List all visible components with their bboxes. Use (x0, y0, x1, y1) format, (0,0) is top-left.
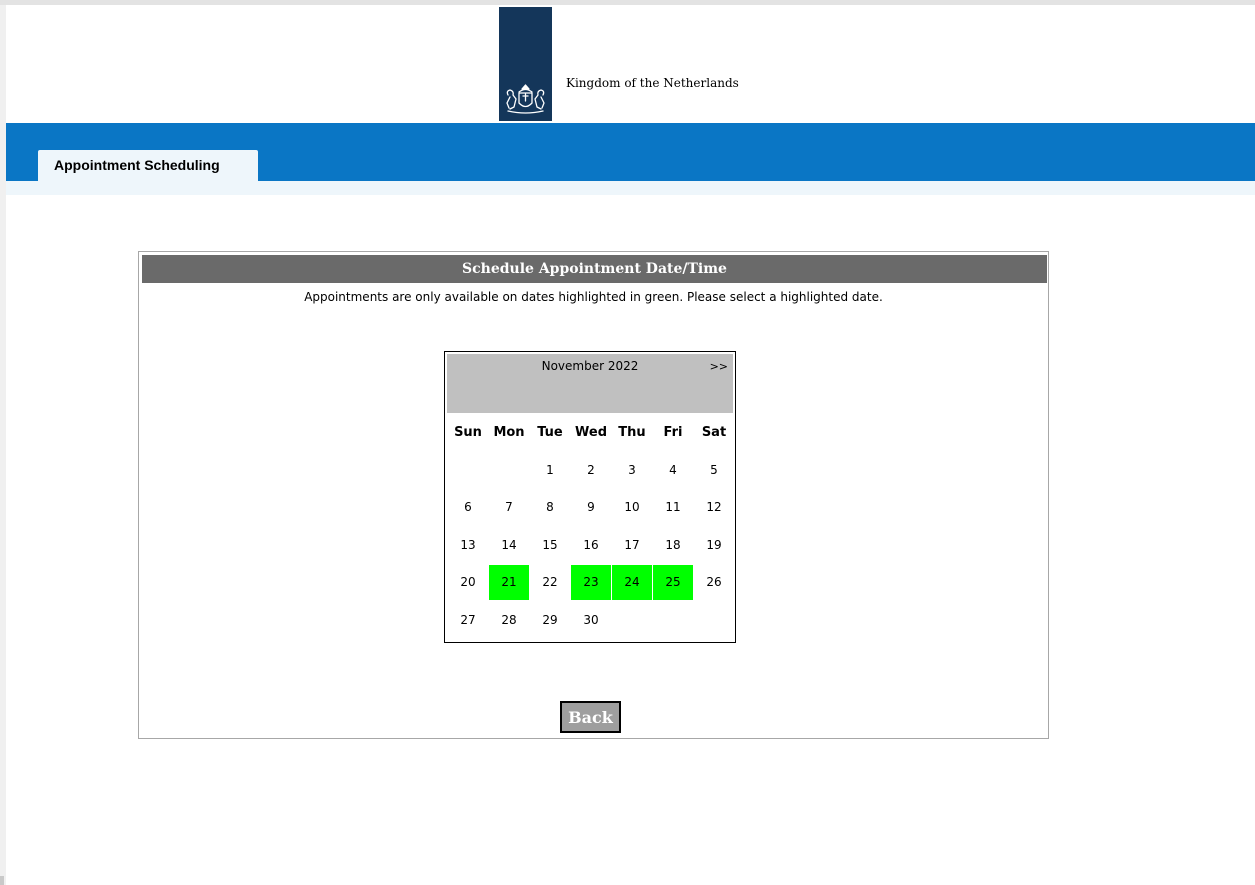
day-cell: 13 (460, 537, 476, 552)
calendar-week-row: 20 21 22 23 24 25 26 (447, 563, 733, 601)
weekday-label: Tue (537, 425, 563, 440)
calendar-week-row: 1 2 3 4 5 (447, 451, 733, 489)
weekday-label: Sat (701, 425, 727, 440)
day-cell: 29 (542, 612, 558, 627)
day-cell: 20 (460, 575, 476, 589)
day-cell: 1 (546, 462, 554, 477)
calendar-header: November 2022 >> (447, 354, 733, 413)
brand-logo-block (499, 7, 552, 121)
weekday-label: Thu (618, 425, 646, 440)
day-cell: 8 (546, 500, 554, 514)
weekday-label: Sun (454, 425, 482, 440)
panel-title: Schedule Appointment Date/Time (142, 255, 1047, 283)
calendar-month-label: November 2022 (541, 359, 639, 373)
day-cell: 30 (583, 612, 599, 627)
day-cell: 16 (583, 537, 599, 552)
scroll-corner-mark (0, 876, 4, 885)
day-cell: 18 (665, 537, 681, 552)
day-cell: 12 (706, 500, 722, 514)
site-header: Kingdom of the Netherlands (6, 5, 1255, 123)
site-name: Kingdom of the Netherlands (566, 76, 739, 90)
available-day-cell[interactable]: 24 (612, 565, 652, 600)
day-cell: 11 (665, 500, 681, 514)
day-cell: 4 (669, 462, 677, 477)
day-cell: 26 (706, 575, 722, 589)
calendar-grid: Sun Mon Tue Wed Thu Fri Sat 1 2 3 4 5 6 7 8 9 10 11 12 13 14… (447, 413, 733, 638)
day-cell: 3 (628, 462, 636, 477)
weekday-label: Fri (663, 425, 683, 440)
day-cell: 14 (501, 537, 517, 552)
calendar: November 2022 >> Sun Mon Tue Wed Thu Fri Sat 1 2… (444, 351, 736, 643)
day-cell: 28 (501, 612, 517, 627)
day-cell: 5 (710, 462, 718, 477)
royal-coat-of-arms-icon (506, 84, 545, 114)
next-month-button[interactable]: >> (710, 360, 728, 373)
available-day-cell[interactable]: 25 (653, 565, 693, 600)
calendar-week-row: 13 14 15 16 17 18 19 (447, 526, 733, 564)
availability-note: Appointments are only available on dates… (304, 290, 883, 304)
schedule-panel: Schedule Appointment Date/Time Appointme… (138, 251, 1049, 739)
day-cell: 10 (624, 500, 640, 514)
day-cell: 22 (542, 575, 558, 589)
weekday-label: Wed (575, 425, 607, 440)
day-cell: 7 (505, 500, 513, 514)
day-cell: 17 (624, 537, 640, 552)
calendar-week-row: 27 28 29 30 (447, 601, 733, 639)
tab-appointment-scheduling[interactable]: Appointment Scheduling (38, 150, 258, 181)
weekday-header-row: Sun Mon Tue Wed Thu Fri Sat (447, 413, 733, 451)
calendar-week-row: 6 7 8 9 10 11 12 (447, 488, 733, 526)
day-cell: 6 (464, 500, 472, 514)
day-cell: 9 (587, 500, 595, 514)
nav-bar: Appointment Scheduling (6, 123, 1255, 181)
day-cell: 15 (542, 537, 558, 552)
back-button[interactable]: Back (560, 701, 621, 733)
available-day-cell[interactable]: 23 (571, 565, 611, 600)
weekday-label: Mon (493, 425, 525, 440)
day-cell: 2 (587, 462, 595, 477)
available-day-cell[interactable]: 21 (489, 565, 529, 600)
day-cell: 19 (706, 537, 722, 552)
nav-subbar (6, 181, 1255, 195)
day-cell: 27 (460, 612, 476, 627)
